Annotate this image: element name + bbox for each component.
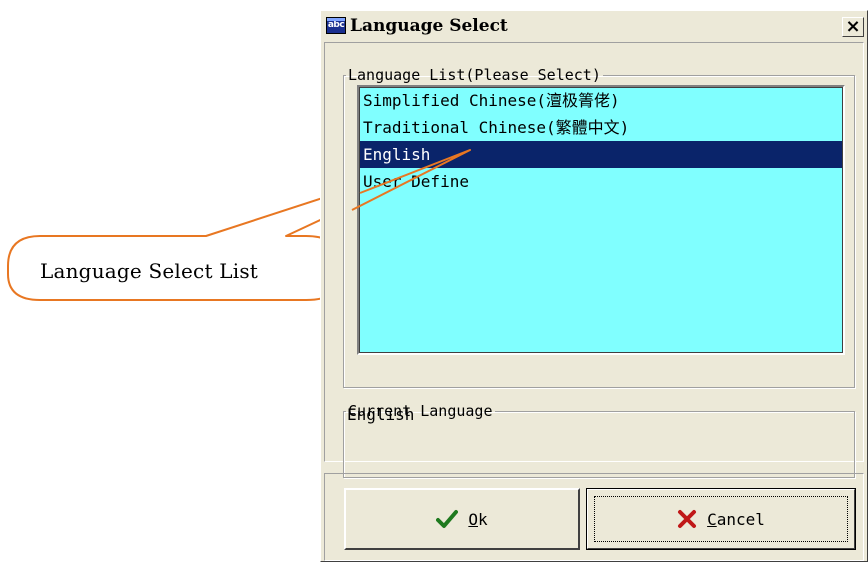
ok-label: Ok xyxy=(468,509,488,529)
current-language-group: Current Language xyxy=(343,402,855,478)
title-bar[interactable]: abc Language Select × xyxy=(322,12,866,40)
list-item-selected[interactable]: English xyxy=(359,141,843,168)
close-button[interactable]: × xyxy=(842,17,864,37)
current-language-value: English xyxy=(347,405,415,424)
language-select-dialog: abc Language Select × Language List(Plea… xyxy=(320,10,868,562)
ok-button[interactable]: Ok xyxy=(344,488,580,550)
language-listbox[interactable]: Simplified Chinese(澶极箐佬) Traditional Chi… xyxy=(357,85,845,355)
cancel-button[interactable]: Cancel xyxy=(586,488,856,550)
close-icon: × xyxy=(845,16,861,37)
app-icon: abc xyxy=(326,17,346,34)
dialog-title: Language Select xyxy=(350,16,508,36)
list-item[interactable]: Traditional Chinese(繁體中文) xyxy=(359,114,843,141)
check-icon xyxy=(436,510,459,528)
callout-label: Language Select List xyxy=(40,259,259,283)
language-list-label: Language List(Please Select) xyxy=(348,66,601,84)
list-item[interactable]: User Define xyxy=(359,168,843,195)
focus-rectangle xyxy=(594,496,848,542)
list-item[interactable]: Simplified Chinese(澶极箐佬) xyxy=(359,87,843,114)
